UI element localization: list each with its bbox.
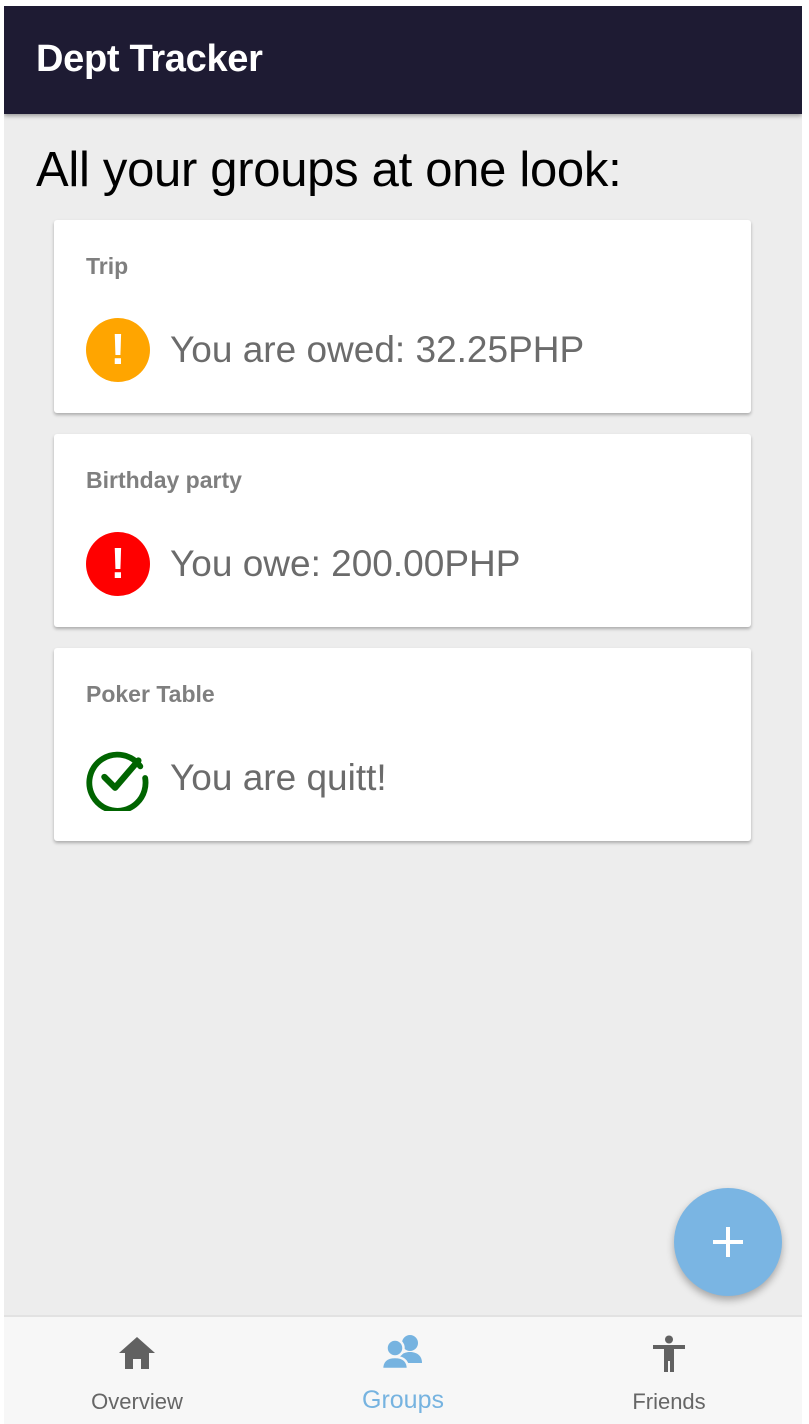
page-title: All your groups at one look:	[36, 143, 622, 197]
person-icon	[653, 1335, 685, 1372]
group-card-birthday-party[interactable]: Birthday party ! You owe: 200.00PHP	[54, 434, 751, 627]
group-status: You are quitt!	[86, 745, 387, 811]
group-name: Poker Table	[86, 681, 215, 707]
group-card-poker-table[interactable]: Poker Table You are quitt!	[54, 648, 751, 841]
app-screen: Dept Tracker All your groups at one look…	[4, 6, 802, 1424]
nav-item-friends[interactable]: Friends	[536, 1317, 802, 1424]
nav-item-overview[interactable]: Overview	[4, 1317, 270, 1424]
group-name: Birthday party	[86, 467, 242, 493]
exclamation-icon: !	[86, 318, 150, 382]
app-title: Dept Tracker	[36, 38, 263, 80]
status-text: You are quitt!	[170, 757, 387, 798]
group-status: ! You are owed: 32.25PHP	[86, 317, 584, 383]
add-group-button[interactable]	[674, 1188, 782, 1296]
exclamation-icon: !	[86, 532, 150, 596]
check-circle-icon	[86, 746, 150, 811]
app-bar: Dept Tracker	[4, 6, 802, 114]
home-icon	[119, 1337, 155, 1369]
nav-label: Overview	[91, 1389, 183, 1414]
plus-icon	[713, 1227, 743, 1257]
status-text: You owe: 200.00PHP	[170, 543, 521, 584]
nav-item-groups[interactable]: Groups	[270, 1317, 536, 1424]
groups-icon	[380, 1335, 422, 1371]
group-card-trip[interactable]: Trip ! You are owed: 32.25PHP	[54, 220, 751, 413]
group-status: ! You owe: 200.00PHP	[86, 531, 520, 597]
nav-label: Groups	[362, 1386, 444, 1414]
group-list: Trip ! You are owed: 32.25PHP Birthday p…	[54, 220, 751, 862]
bottom-navigation: Overview Groups Friends	[4, 1315, 802, 1424]
status-text: You are owed: 32.25PHP	[170, 329, 585, 370]
group-name: Trip	[86, 253, 129, 279]
nav-label: Friends	[632, 1389, 706, 1414]
